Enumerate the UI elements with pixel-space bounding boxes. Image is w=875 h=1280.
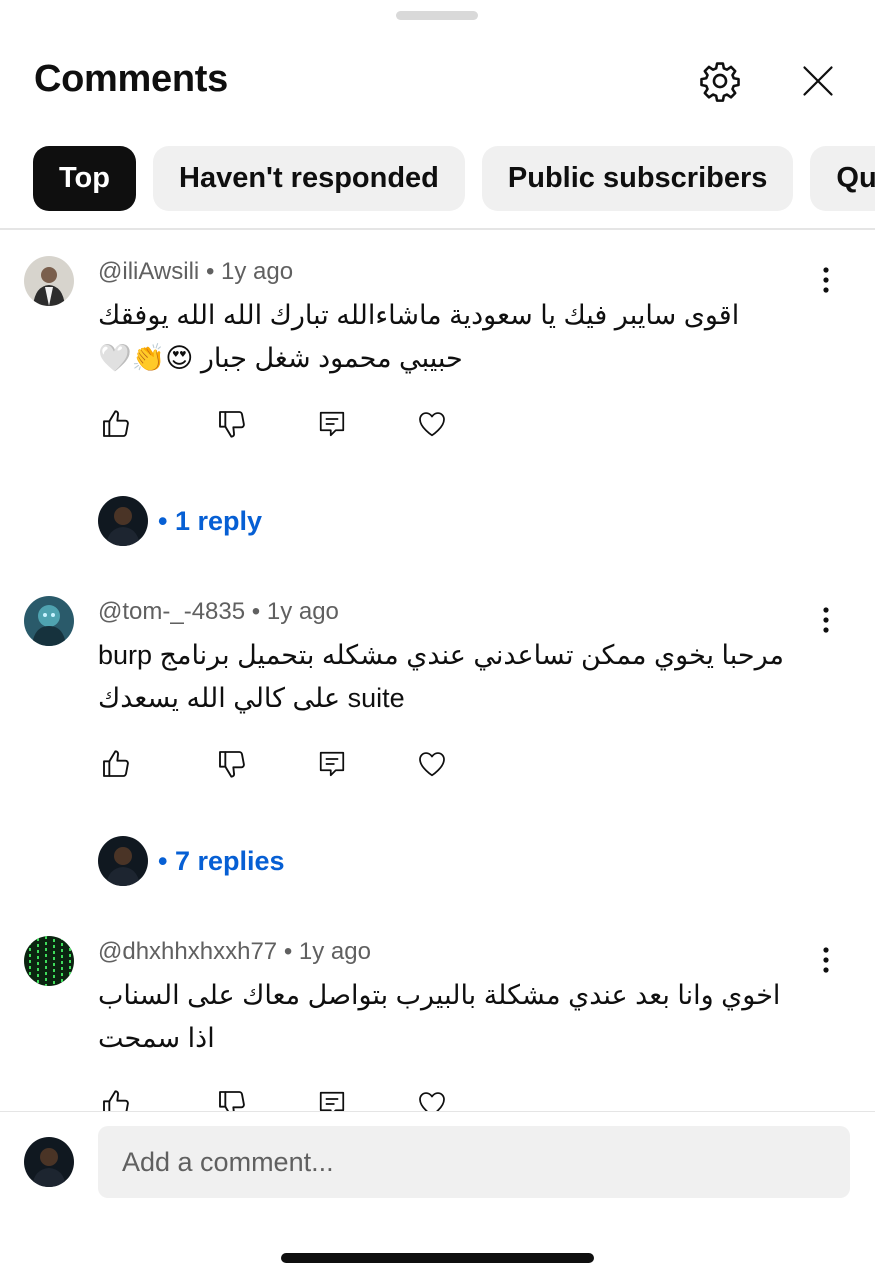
like-button[interactable] [96,744,136,784]
close-button[interactable] [795,58,841,104]
chip-public-subscribers[interactable]: Public subscribers [481,146,794,211]
comment-item: @tom-_-4835 • 1y ago مرحبا يخوي ممكن تسا… [0,570,875,910]
comment-meta: @iliAwsili • 1y ago [98,258,293,286]
heart-icon [419,412,445,437]
chip-havent-responded[interactable]: Haven't responded [153,146,465,211]
thumbs-up-icon [103,750,129,777]
comment-meta: @tom-_-4835 • 1y ago [98,598,339,626]
comment-time: 1y ago [221,258,294,285]
dislike-button[interactable] [212,404,252,444]
more-options-button[interactable] [806,600,846,640]
reply-comment-icon [319,1091,345,1112]
chip-top[interactable]: Top [33,146,136,211]
comment-text: اقوى سايبر فيك يا سعودية ماشاءالله تبارك… [98,300,740,373]
reply-button[interactable] [312,744,352,784]
comment-list: @iliAwsili • 1y ago اقوى سايبر فيك يا سع… [0,230,875,1112]
my-avatar [24,1137,74,1187]
reply-button[interactable] [312,404,352,444]
comment-author[interactable]: @tom-_-4835 [98,598,245,625]
settings-button[interactable] [697,58,743,104]
thumbs-down-icon [219,411,245,438]
comment-item: @dhxhhxhxxh77 • 1y ago اخوي وانا بعد عند… [0,910,875,1112]
home-indicator[interactable] [281,1253,594,1263]
heart-button[interactable] [412,744,452,784]
meta-separator: • [251,598,261,625]
comment-time: 1y ago [266,598,339,625]
avatar[interactable] [24,936,74,986]
comment-text: اخوي وانا بعد عندي مشكلة بالبيرب بتواصل … [98,980,781,1053]
reply-comment-icon [319,411,345,437]
reply-avatar [98,496,148,546]
view-replies-button[interactable]: • 1 reply [98,496,262,546]
chip-questions[interactable]: Que [810,146,875,211]
drag-handle[interactable] [396,11,478,20]
gear-icon [700,62,740,102]
add-comment-input[interactable] [98,1126,850,1198]
comment-item: @iliAwsili • 1y ago اقوى سايبر فيك يا سع… [0,230,875,570]
heart-button[interactable] [412,1084,452,1112]
view-replies-button[interactable]: • 7 replies [98,836,285,886]
comment-time: 1y ago [298,938,371,965]
like-button[interactable] [96,404,136,444]
filter-chips: Top Haven't responded Public subscribers Qu… [33,146,875,212]
heart-button[interactable] [412,404,452,444]
more-options-button[interactable] [806,260,846,300]
replies-count: • 7 replies [158,845,285,876]
replies-count: • 1 reply [158,505,263,536]
comment-meta: @dhxhhxhxxh77 • 1y ago [98,938,371,966]
dislike-button[interactable] [212,744,252,784]
meta-separator: • [283,938,293,965]
thumbs-down-icon [219,1091,245,1112]
close-icon [803,66,833,96]
more-vert-icon [823,267,829,293]
more-vert-icon [823,947,829,973]
comment-author[interactable]: @iliAwsili [98,258,199,285]
thumbs-up-icon [103,410,129,437]
divider [0,1111,875,1112]
avatar[interactable] [24,596,74,646]
meta-separator: • [205,258,215,285]
avatar[interactable] [24,256,74,306]
reply-avatar [98,836,148,886]
comment-author[interactable]: @dhxhhxhxxh77 [98,938,277,965]
heart-icon [419,1092,445,1112]
thumbs-up-icon [103,1090,129,1112]
comment-text: مرحبا يخوي ممكن تساعدني عندي مشكله بتحمي… [98,640,784,713]
more-options-button[interactable] [806,940,846,980]
more-vert-icon [823,607,829,633]
like-button[interactable] [96,1084,136,1112]
reply-comment-icon [319,751,345,777]
page-title: Comments [34,58,228,100]
reply-button[interactable] [312,1084,352,1112]
heart-icon [419,752,445,777]
thumbs-down-icon [219,751,245,778]
dislike-button[interactable] [212,1084,252,1112]
